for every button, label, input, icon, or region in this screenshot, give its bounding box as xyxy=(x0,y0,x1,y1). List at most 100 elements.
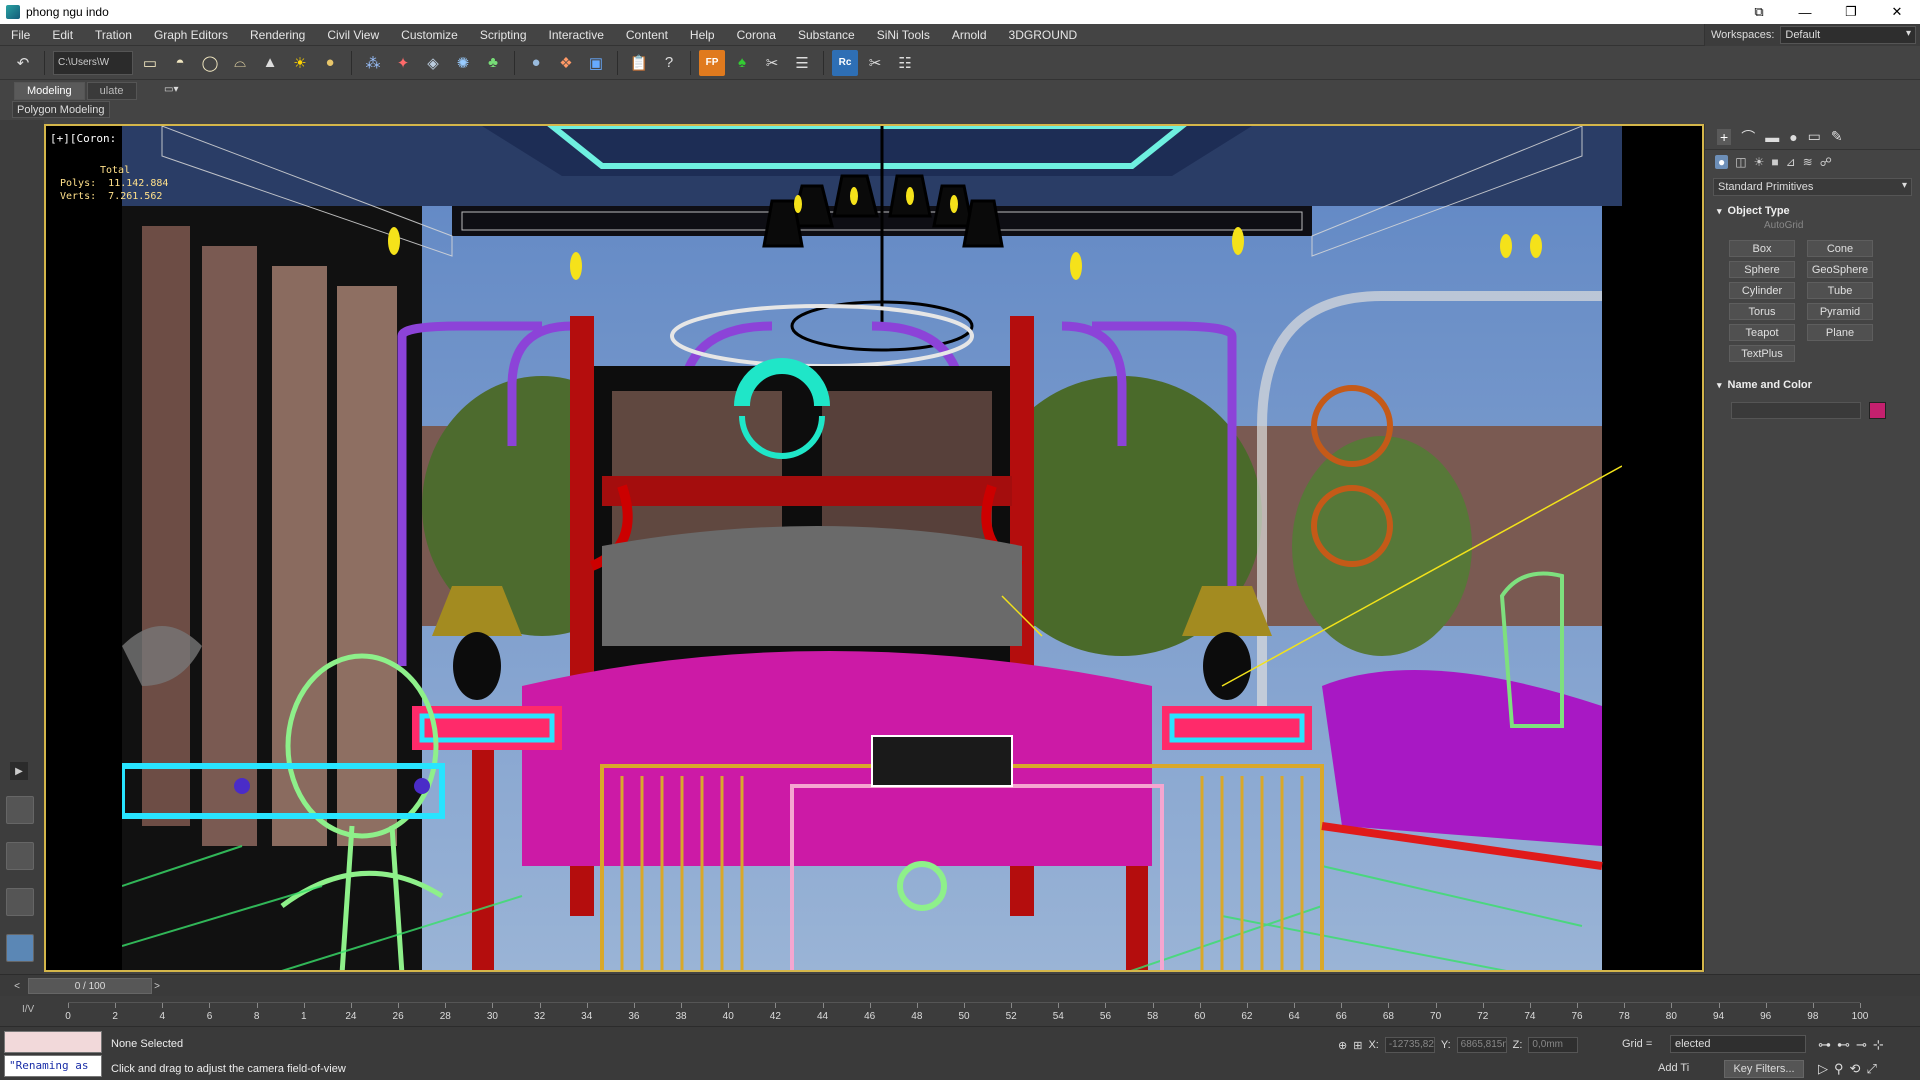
object-color-swatch[interactable] xyxy=(1869,402,1886,419)
torus-button[interactable]: Torus xyxy=(1729,303,1795,320)
time-slider[interactable]: < 0 / 100 > xyxy=(0,974,1920,996)
menu-arnold[interactable]: Arnold xyxy=(941,28,998,42)
walk-icon[interactable]: ⚲ xyxy=(1834,1061,1844,1077)
auto-key-icon[interactable]: ⊷ xyxy=(1837,1037,1850,1053)
undo-icon[interactable]: ↶ xyxy=(10,50,36,76)
minimize-button[interactable]: — xyxy=(1782,0,1828,24)
box-button[interactable]: Box xyxy=(1729,240,1795,257)
sphere-light-icon[interactable]: ● xyxy=(317,50,343,76)
workspaces-dropdown[interactable]: Default xyxy=(1780,26,1916,44)
camera-icon[interactable]: ◈ xyxy=(420,50,446,76)
scatter-icon[interactable]: ⁂ xyxy=(360,50,386,76)
ribbon-panel-polygon-modeling[interactable]: Polygon Modeling xyxy=(12,101,110,118)
menu-rendering[interactable]: Rendering xyxy=(239,28,316,42)
track-ruler[interactable]: 0 2 4 6 8 1 24 26 28 30 32 34 36 38 40 42 44 46 48 50 52 54 56… xyxy=(65,1002,1868,1022)
hierarchy-tab-icon[interactable]: ▬ xyxy=(1765,129,1779,145)
create-tab-icon[interactable]: + xyxy=(1717,128,1732,145)
orbit-icon[interactable]: ⟲ xyxy=(1850,1061,1861,1077)
proxy-icon[interactable]: ✦ xyxy=(390,50,416,76)
object-type-title[interactable]: Object Type xyxy=(1709,202,1916,220)
cameras-icon[interactable]: ■ xyxy=(1771,155,1778,169)
sphere-primitive-icon[interactable]: ◯ xyxy=(197,50,223,76)
ribbon-options-icon[interactable]: ▭▾ xyxy=(164,84,188,98)
tube-button[interactable]: Tube xyxy=(1807,282,1873,299)
material-editor-icon[interactable]: ❖ xyxy=(553,50,579,76)
tab-populate[interactable]: ulate xyxy=(86,82,137,100)
helpers-icon[interactable]: ⊿ xyxy=(1786,155,1796,169)
sun-light-icon[interactable]: ☀ xyxy=(287,50,313,76)
menu-tration[interactable]: Tration xyxy=(84,28,143,42)
dome-primitive-icon[interactable]: ◓ xyxy=(167,50,193,76)
selection-set-dropdown[interactable]: elected xyxy=(1670,1035,1806,1053)
project-path-field[interactable]: C:\Users\W xyxy=(53,50,133,75)
utilities-tab-icon[interactable]: ✎ xyxy=(1831,128,1843,145)
motion-tab-icon[interactable]: ● xyxy=(1789,129,1797,145)
maximize-viewport-icon[interactable]: ⤢ xyxy=(1866,1061,1876,1077)
help-icon[interactable]: ? xyxy=(656,50,682,76)
viewport-layout-button-active[interactable] xyxy=(6,934,34,962)
time-config-icon[interactable]: ⊹ xyxy=(1873,1037,1884,1053)
maxscript-output[interactable]: "Renaming as xyxy=(4,1055,102,1077)
clipboard-icon[interactable]: 📋 xyxy=(626,50,652,76)
menu-3dground[interactable]: 3DGROUND xyxy=(998,28,1089,42)
popout-icon[interactable]: ⧉ xyxy=(1736,0,1782,24)
expand-arrow-icon[interactable]: ▶ xyxy=(10,762,28,780)
object-name-field[interactable] xyxy=(1731,402,1861,419)
cone-button[interactable]: Cone xyxy=(1807,240,1873,257)
close-button[interactable]: ✕ xyxy=(1874,0,1920,24)
x-coordinate-field[interactable]: -12735,826 xyxy=(1384,1037,1435,1053)
restore-button[interactable]: ❐ xyxy=(1828,0,1874,24)
tree-icon[interactable]: ♠ xyxy=(729,50,755,76)
railclone-icon[interactable]: Rc xyxy=(832,49,858,76)
geometry-icon[interactable]: ● xyxy=(1715,155,1729,169)
tools-icon[interactable]: ✂ xyxy=(759,50,785,76)
box-primitive-icon[interactable]: ▭ xyxy=(137,50,163,76)
teapot-button[interactable]: Teapot xyxy=(1729,324,1795,341)
modify-tab-icon[interactable]: ⌒ xyxy=(1741,127,1755,147)
menu-substance[interactable]: Substance xyxy=(787,28,866,42)
tab-modeling[interactable]: Modeling xyxy=(14,82,85,100)
next-frame-button[interactable]: > xyxy=(150,978,164,994)
menu-graph-editors[interactable]: Graph Editors xyxy=(143,28,239,42)
menu-edit[interactable]: Edit xyxy=(41,28,84,42)
curve-editor-toggle-icon[interactable]: I/V xyxy=(22,1004,40,1020)
table-icon[interactable]: ☷ xyxy=(892,50,918,76)
gear-icon[interactable]: ✺ xyxy=(450,50,476,76)
menu-civil-view[interactable]: Civil View xyxy=(316,28,390,42)
systems-icon[interactable]: ☍ xyxy=(1820,155,1832,169)
time-slider-thumb[interactable]: 0 / 100 xyxy=(28,978,152,994)
list-icon[interactable]: ☰ xyxy=(789,50,815,76)
menu-file[interactable]: File xyxy=(0,28,41,42)
camera-viewport[interactable]: [+][Coron: Total Polys: 11.142.884 Verts… xyxy=(44,124,1704,972)
viewport-label[interactable]: [+][Coron: xyxy=(50,132,116,145)
track-bar[interactable]: 0 2 4 6 8 1 24 26 28 30 32 34 36 38 40 42 44 46 48 50 52 54 56… xyxy=(0,996,1920,1026)
menu-help[interactable]: Help xyxy=(679,28,726,42)
material-sphere-icon[interactable]: ● xyxy=(523,50,549,76)
viewport-layout-button[interactable] xyxy=(6,796,34,824)
plant-icon[interactable]: ♣ xyxy=(480,50,506,76)
menu-customize[interactable]: Customize xyxy=(390,28,469,42)
name-color-title[interactable]: Name and Color xyxy=(1709,376,1916,394)
render-frame-icon[interactable]: ▣ xyxy=(583,50,609,76)
set-key-icon[interactable]: ⊶ xyxy=(1818,1037,1831,1053)
z-coordinate-field[interactable]: 0,0mm xyxy=(1528,1037,1579,1053)
menu-corona[interactable]: Corona xyxy=(726,28,787,42)
key-filters-button[interactable]: Key Filters... xyxy=(1724,1060,1804,1078)
lights-icon[interactable]: ☀ xyxy=(1754,155,1765,169)
autogrid-checkbox[interactable]: AutoGrid xyxy=(1709,220,1916,236)
pyramid-button[interactable]: Pyramid xyxy=(1807,303,1873,320)
plane-button[interactable]: Plane xyxy=(1807,324,1873,341)
geosphere-button[interactable]: GeoSphere xyxy=(1807,261,1873,278)
lock-icon[interactable]: ⊕ xyxy=(1338,1039,1347,1052)
spacewarps-icon[interactable]: ≋ xyxy=(1803,155,1813,169)
y-coordinate-field[interactable]: 6865,815m xyxy=(1456,1037,1507,1053)
basket-object-icon[interactable]: ⌓ xyxy=(227,50,253,76)
key-mode-icon[interactable]: ⊸ xyxy=(1856,1037,1867,1053)
display-tab-icon[interactable]: ▭ xyxy=(1808,128,1821,145)
cylinder-button[interactable]: Cylinder xyxy=(1729,282,1795,299)
textplus-button[interactable]: TextPlus xyxy=(1729,345,1795,362)
menu-content[interactable]: Content xyxy=(615,28,679,42)
viewport-layout-button[interactable] xyxy=(6,842,34,870)
sphere-button[interactable]: Sphere xyxy=(1729,261,1795,278)
menu-scripting[interactable]: Scripting xyxy=(469,28,538,42)
